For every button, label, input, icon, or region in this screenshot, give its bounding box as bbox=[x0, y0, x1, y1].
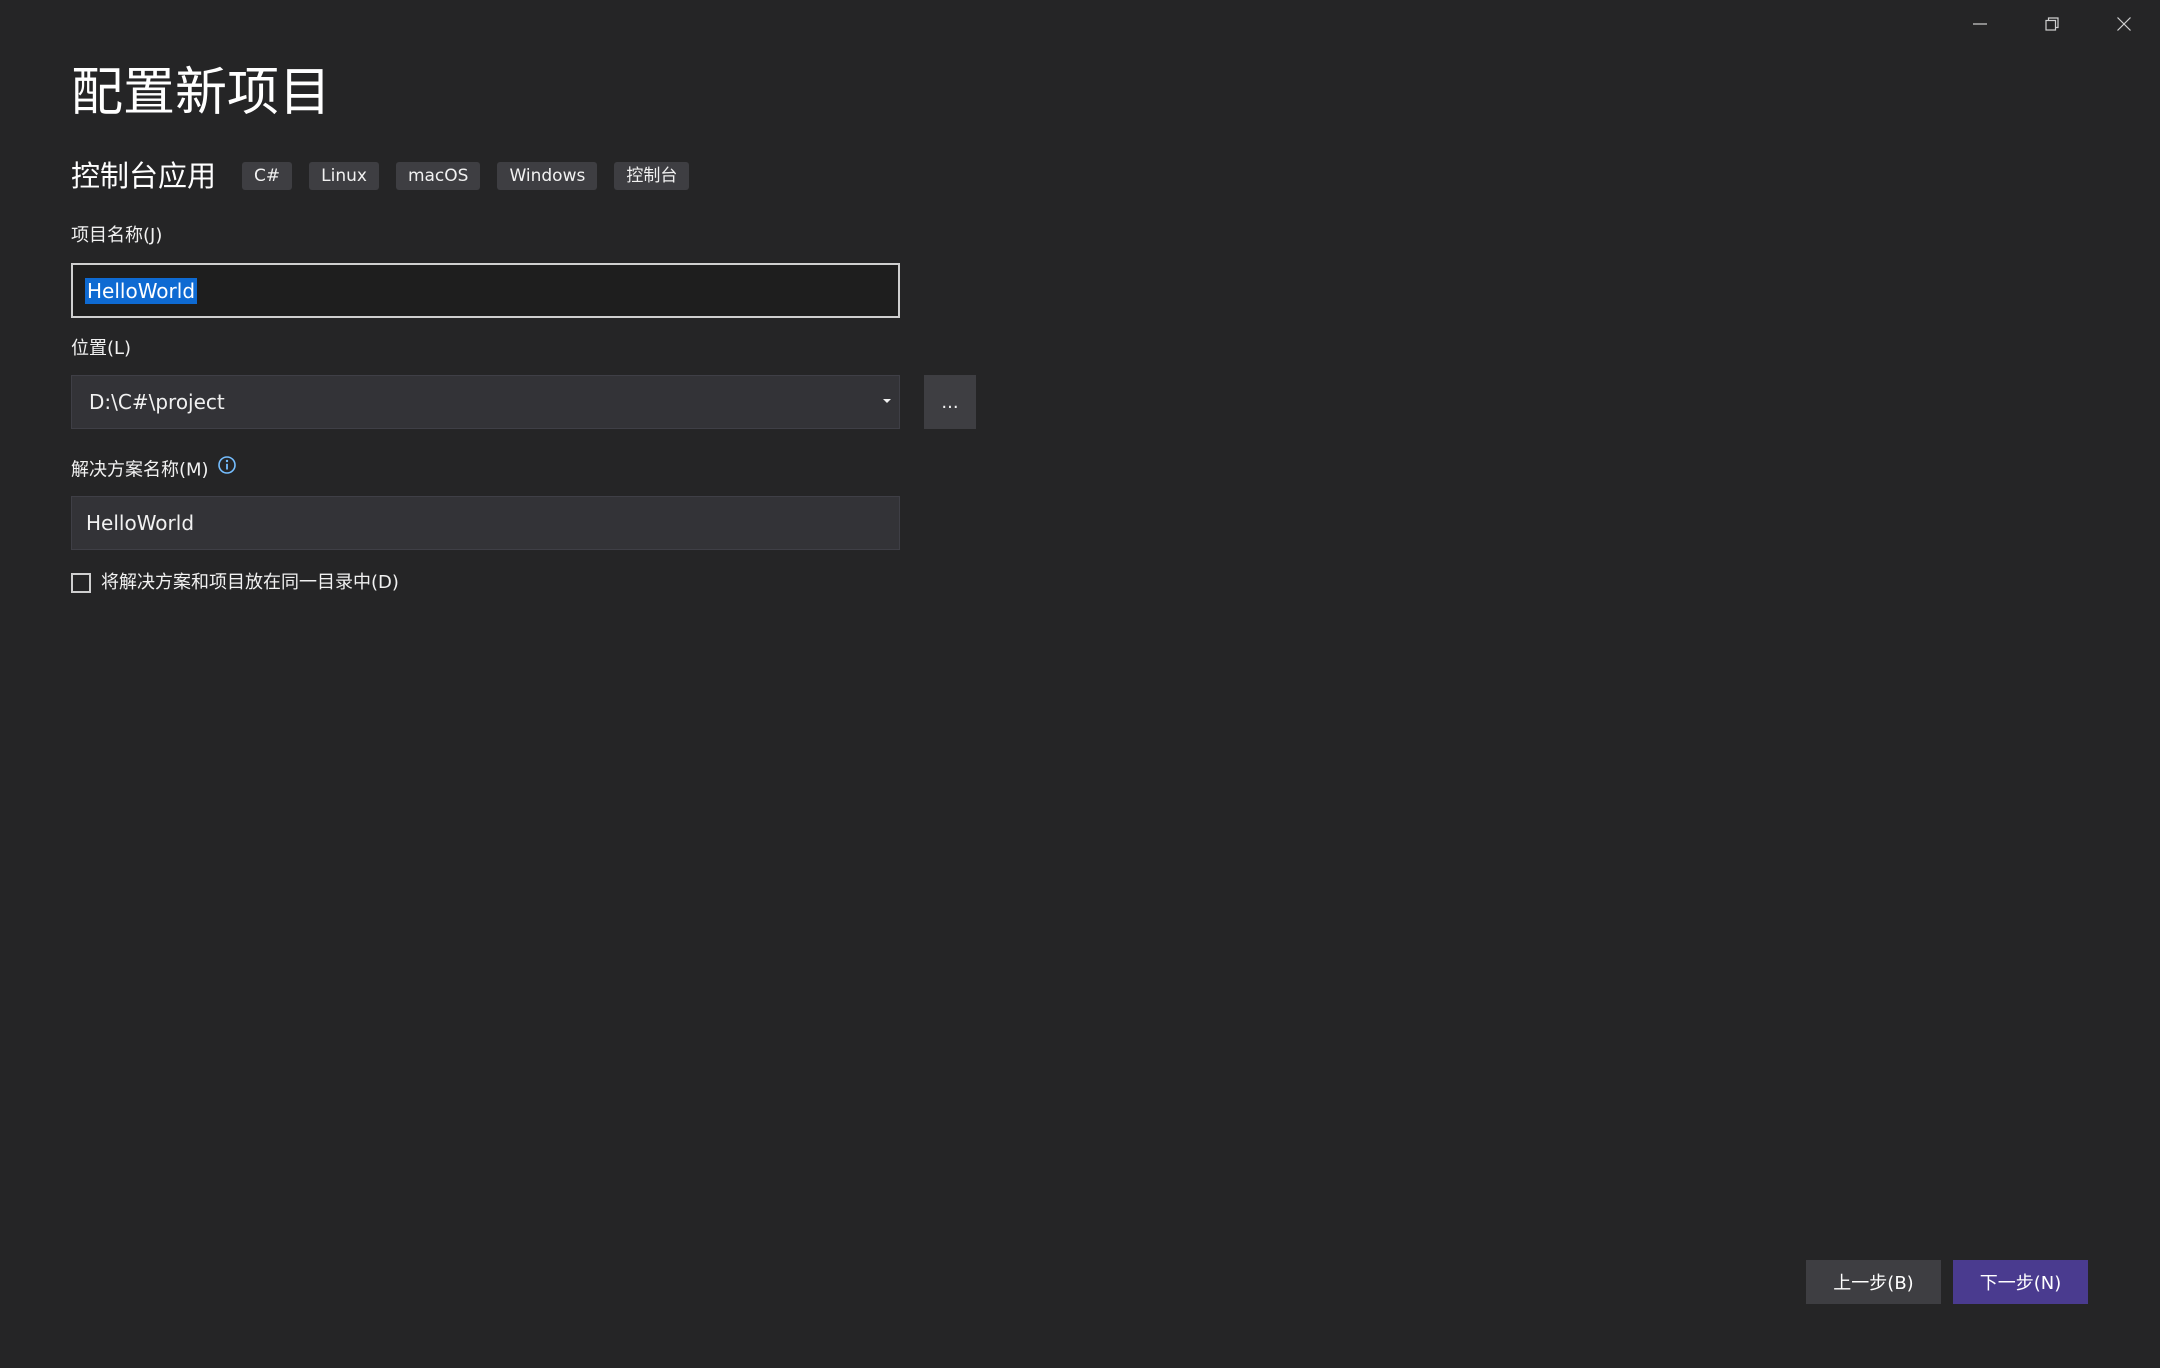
close-icon bbox=[2117, 17, 2131, 31]
solution-name-label: 解决方案名称(M) bbox=[71, 459, 209, 481]
solution-name-value: HelloWorld bbox=[86, 511, 195, 535]
same-directory-checkbox[interactable] bbox=[71, 573, 91, 593]
solution-name-input[interactable]: HelloWorld bbox=[71, 496, 900, 550]
same-directory-label: 将解决方案和项目放在同一目录中(D) bbox=[101, 572, 399, 593]
template-name: 控制台应用 bbox=[71, 159, 217, 193]
window-controls bbox=[1944, 0, 2160, 48]
info-icon[interactable] bbox=[217, 455, 237, 482]
location-label: 位置(L) bbox=[71, 338, 132, 359]
tag-console: 控制台 bbox=[614, 162, 690, 190]
project-name-input[interactable]: HelloWorld bbox=[71, 263, 900, 318]
minimize-icon bbox=[1973, 23, 1987, 25]
tag-macos: macOS bbox=[395, 162, 481, 190]
project-name-label: 项目名称(J) bbox=[71, 225, 163, 246]
back-button[interactable]: 上一步(B) bbox=[1806, 1260, 1941, 1304]
tag-linux: Linux bbox=[309, 162, 379, 190]
tag-csharp: C# bbox=[242, 162, 293, 190]
page-title: 配置新项目 bbox=[71, 63, 332, 123]
location-value: D:\C#\project bbox=[89, 390, 225, 414]
same-directory-option[interactable]: 将解决方案和项目放在同一目录中(D) bbox=[71, 569, 399, 597]
minimize-button[interactable] bbox=[1944, 0, 2016, 48]
restore-button[interactable] bbox=[2016, 0, 2088, 48]
browse-button[interactable]: ... bbox=[924, 375, 976, 429]
solution-name-label-row: 解决方案名称(M) bbox=[71, 455, 237, 484]
project-name-value: HelloWorld bbox=[85, 277, 198, 304]
close-button[interactable] bbox=[2088, 0, 2160, 48]
template-info: 控制台应用 C# Linux macOS Windows 控制台 bbox=[71, 158, 706, 194]
next-button[interactable]: 下一步(N) bbox=[1953, 1260, 2088, 1304]
chevron-down-icon[interactable] bbox=[883, 399, 891, 403]
tag-windows: Windows bbox=[497, 162, 598, 190]
location-dropdown[interactable]: D:\C#\project bbox=[71, 375, 900, 429]
configure-project-window: 配置新项目 控制台应用 C# Linux macOS Windows 控制台 项… bbox=[0, 0, 2160, 1368]
restore-icon bbox=[2045, 17, 2059, 31]
